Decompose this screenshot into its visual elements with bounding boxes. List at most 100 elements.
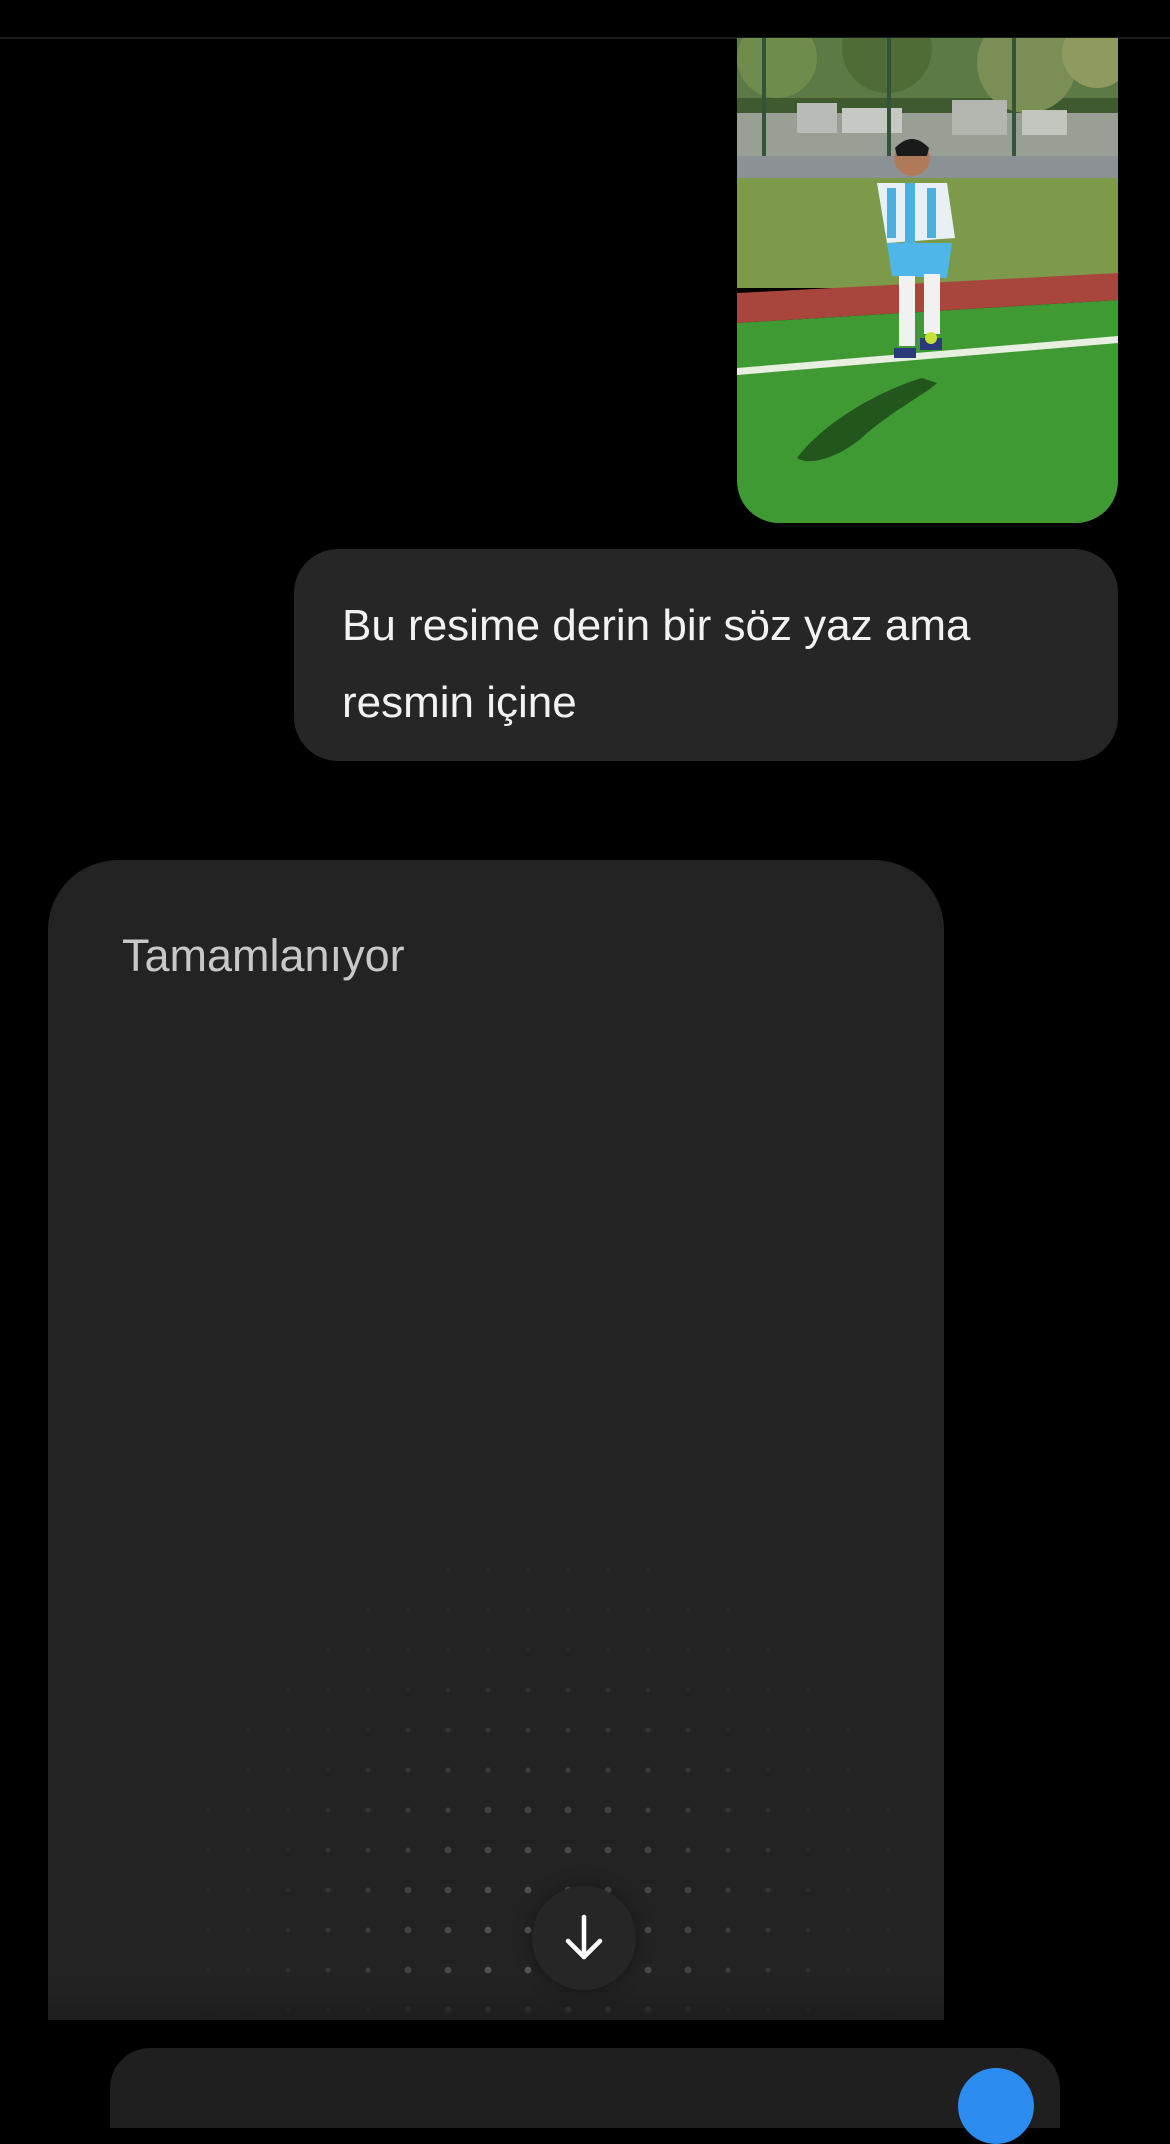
loading-dot [725,1607,731,1613]
loading-dot [205,1967,211,1973]
loading-dot [405,1767,411,1773]
loading-dot [644,1926,652,1934]
loading-dot [484,1926,492,1934]
message-composer[interactable] [110,2048,1060,2128]
loading-dot [725,1647,731,1653]
loading-dot [205,1807,211,1813]
loading-dot [485,1567,491,1573]
loading-dot [765,1927,771,1933]
loading-dot [564,1806,572,1814]
loading-dot [765,1887,771,1893]
loading-dot [845,1847,851,1853]
loading-dot [845,1807,851,1813]
loading-dot [445,1647,451,1653]
loading-dot [765,1967,771,1973]
loading-dot [485,1767,491,1773]
loading-dot [684,1966,692,1974]
loading-dot [725,1927,731,1933]
image-generation-card: Tamamlanıyor [48,860,944,2020]
loading-dot [245,1807,251,1813]
loading-dot [285,1887,291,1893]
loading-dot [845,1927,851,1933]
loading-dot [765,1647,771,1653]
loading-dot [645,1567,651,1573]
user-message-bubble[interactable]: Bu resime derin bir söz yaz ama resmin i… [294,549,1118,761]
loading-dot [365,1607,371,1613]
loading-dot [845,1967,851,1973]
loading-dot [205,1887,211,1893]
loading-dot [285,1967,291,1973]
send-icon[interactable] [958,2068,1034,2144]
loading-dot [685,1607,691,1613]
loading-dot [405,1647,411,1653]
loading-dot [444,1886,452,1894]
loading-dot [325,1767,331,1773]
loading-dot [604,1806,612,1814]
loading-dot [765,1847,771,1853]
loading-dot [444,1926,452,1934]
loading-dot [645,1767,651,1773]
loading-dot [405,1607,411,1613]
loading-dot [845,1727,851,1733]
loading-dot [245,1967,251,1973]
loading-dot [644,1886,652,1894]
loading-dot [605,1687,611,1693]
loading-dot [765,1807,771,1813]
loading-dot [245,1767,251,1773]
loading-dot [404,1966,412,1974]
loading-dot [565,1647,571,1653]
loading-dot [565,1607,571,1613]
loading-dot [644,1966,652,1974]
loading-dot [444,1966,452,1974]
loading-dot [285,1687,291,1693]
loading-dot [725,1807,731,1813]
loading-dot [565,1687,571,1693]
loading-dot [285,1927,291,1933]
loading-dot [685,1767,691,1773]
loading-dot [365,1847,371,1853]
loading-dot [245,1887,251,1893]
loading-dot [245,1927,251,1933]
loading-dot [685,1807,691,1813]
loading-dot [725,1967,731,1973]
loading-dot [524,1806,532,1814]
loading-dot [644,1846,652,1854]
loading-dot [684,1886,692,1894]
loading-dot [605,1567,611,1573]
loading-dot [405,1807,411,1813]
user-message-line-1: Bu resime derin bir söz yaz ama [342,601,971,650]
loading-dot [525,1647,531,1653]
loading-dot [805,1887,811,1893]
loading-dot [445,1567,451,1573]
loading-dot [645,1687,651,1693]
loading-dot [645,1727,651,1733]
loading-dot [885,1807,891,1813]
loading-dot [805,1927,811,1933]
loading-dot [525,1767,531,1773]
loading-dot [765,1767,771,1773]
loading-dot [885,1927,891,1933]
loading-dot [484,1806,492,1814]
loading-dot [725,1767,731,1773]
loading-dot [365,1807,371,1813]
loading-dot [485,1687,491,1693]
loading-dot [684,1926,692,1934]
loading-dot [325,1647,331,1653]
loading-dot [524,1886,532,1894]
loading-dot [484,1846,492,1854]
loading-dot [765,1687,771,1693]
loading-dot [525,1687,531,1693]
loading-dot [605,1647,611,1653]
scroll-down-button[interactable] [532,1886,636,1990]
loading-dot [485,1607,491,1613]
loading-dot [565,1727,571,1733]
loading-dot [285,1767,291,1773]
loading-dot [525,1567,531,1573]
loading-dot [325,1807,331,1813]
loading-dot [365,1647,371,1653]
user-photo-message[interactable] [737,38,1118,523]
loading-dot [444,1846,452,1854]
loading-dot [445,1767,451,1773]
football-player-photo-icon [737,38,1118,523]
loading-dot [325,1887,331,1893]
